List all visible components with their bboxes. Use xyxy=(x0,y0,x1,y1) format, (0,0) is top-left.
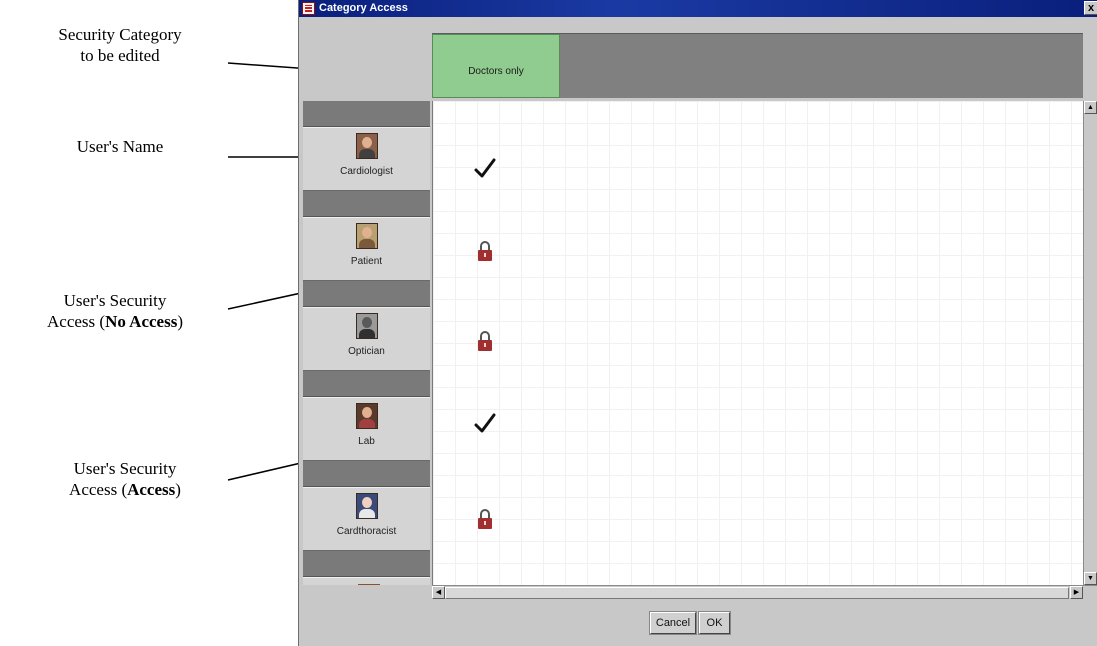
horizontal-scrollbar[interactable]: ◀ ▶ xyxy=(432,585,1097,600)
scroll-thumb[interactable] xyxy=(445,587,1069,599)
user-list: Cardiologist Patient Optician Lab Cardth… xyxy=(303,101,430,585)
user-separator xyxy=(303,281,430,307)
vertical-scrollbar[interactable]: ▲ ▼ xyxy=(1083,101,1097,585)
user-row-optician[interactable]: Optician xyxy=(303,307,430,371)
user-separator xyxy=(303,191,430,217)
user-separator xyxy=(303,101,430,127)
user-separator xyxy=(303,371,430,397)
lab-avatar-icon xyxy=(355,403,378,429)
user-name: Lab xyxy=(358,436,375,447)
user-row-cardiologist[interactable]: Cardiologist xyxy=(303,127,430,191)
close-button[interactable]: x xyxy=(1084,1,1097,15)
optician-avatar-icon xyxy=(355,313,378,339)
app-icon xyxy=(302,2,315,15)
lock-icon[interactable] xyxy=(471,505,499,533)
access-grid xyxy=(432,101,1083,585)
category-access-window: Category Access x Doctors only Cardiolog… xyxy=(298,0,1097,646)
lock-icon[interactable] xyxy=(471,327,499,355)
user-avatar-icon xyxy=(358,584,380,585)
user-row-patient[interactable]: Patient xyxy=(303,217,430,281)
header-corner xyxy=(299,33,432,98)
cardiologist-avatar-icon xyxy=(355,133,378,159)
user-row-lab[interactable]: Lab xyxy=(303,397,430,461)
user-separator xyxy=(303,461,430,487)
cancel-button[interactable]: Cancel xyxy=(649,611,697,635)
window-title: Category Access xyxy=(319,2,408,14)
user-row-cardthoracist[interactable]: Cardthoracist xyxy=(303,487,430,551)
user-name: Optician xyxy=(348,346,385,357)
category-header: Doctors only xyxy=(432,33,1083,98)
user-row-partial[interactable] xyxy=(303,577,430,585)
category-tab-label: Doctors only xyxy=(468,65,524,77)
button-bar: Cancel OK xyxy=(299,602,1097,646)
title-bar[interactable]: Category Access x xyxy=(299,0,1097,17)
checkmark-icon[interactable] xyxy=(471,410,499,438)
scroll-right-icon[interactable]: ▶ xyxy=(1070,586,1083,599)
scroll-left-icon[interactable]: ◀ xyxy=(432,586,445,599)
checkmark-icon[interactable] xyxy=(471,155,499,183)
category-tab-doctors-only[interactable]: Doctors only xyxy=(432,34,560,98)
user-name: Patient xyxy=(350,256,383,267)
scroll-up-icon[interactable]: ▲ xyxy=(1084,101,1097,114)
user-name: Cardthoracist xyxy=(336,526,397,537)
patient-avatar-icon xyxy=(355,223,378,249)
user-separator xyxy=(303,551,430,577)
lock-icon[interactable] xyxy=(471,237,499,265)
user-name: Cardiologist xyxy=(340,166,393,177)
scroll-down-icon[interactable]: ▼ xyxy=(1084,572,1097,585)
cardthoracist-avatar-icon xyxy=(355,493,378,519)
ok-button[interactable]: OK xyxy=(698,611,731,635)
